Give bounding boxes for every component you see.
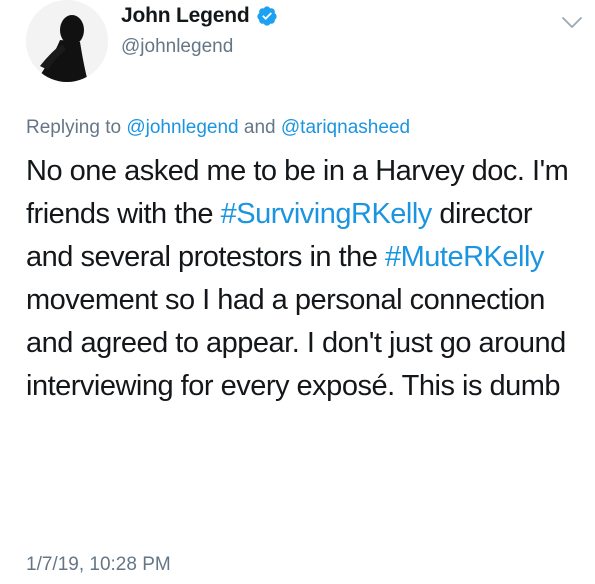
reply-context: Replying to @johnlegend and @tariqnashee…: [26, 117, 410, 139]
tweet-card: John Legend @johnlegend Replying to @joh…: [0, 0, 595, 584]
reply-conjunction: and: [238, 117, 281, 138]
verified-badge-icon: [256, 5, 278, 27]
hashtag-survivingrkelly[interactable]: #SurvivingRKelly: [221, 198, 433, 230]
tweet-text: No one asked me to be in a Harvey doc. I…: [26, 150, 581, 408]
tweet-timestamp[interactable]: 1/7/19, 10:28 PM: [26, 554, 171, 576]
avatar[interactable]: [26, 0, 108, 82]
tweet-menu-button[interactable]: [561, 16, 583, 30]
author-display-name[interactable]: John Legend: [121, 4, 250, 28]
author-handle[interactable]: @johnlegend: [121, 36, 233, 58]
hashtag-muterkelly[interactable]: #MuteRKelly: [385, 241, 544, 273]
mention-tariqnasheed[interactable]: @tariqnasheed: [281, 117, 410, 138]
profile-silhouette-icon: [26, 0, 108, 82]
mention-johnlegend[interactable]: @johnlegend: [126, 117, 238, 138]
tweet-text-part-3: movement so I had a personal connection …: [26, 284, 566, 402]
chevron-down-icon: [562, 17, 582, 28]
reply-prefix: Replying to: [26, 117, 127, 138]
author-name-row: John Legend: [121, 4, 278, 28]
